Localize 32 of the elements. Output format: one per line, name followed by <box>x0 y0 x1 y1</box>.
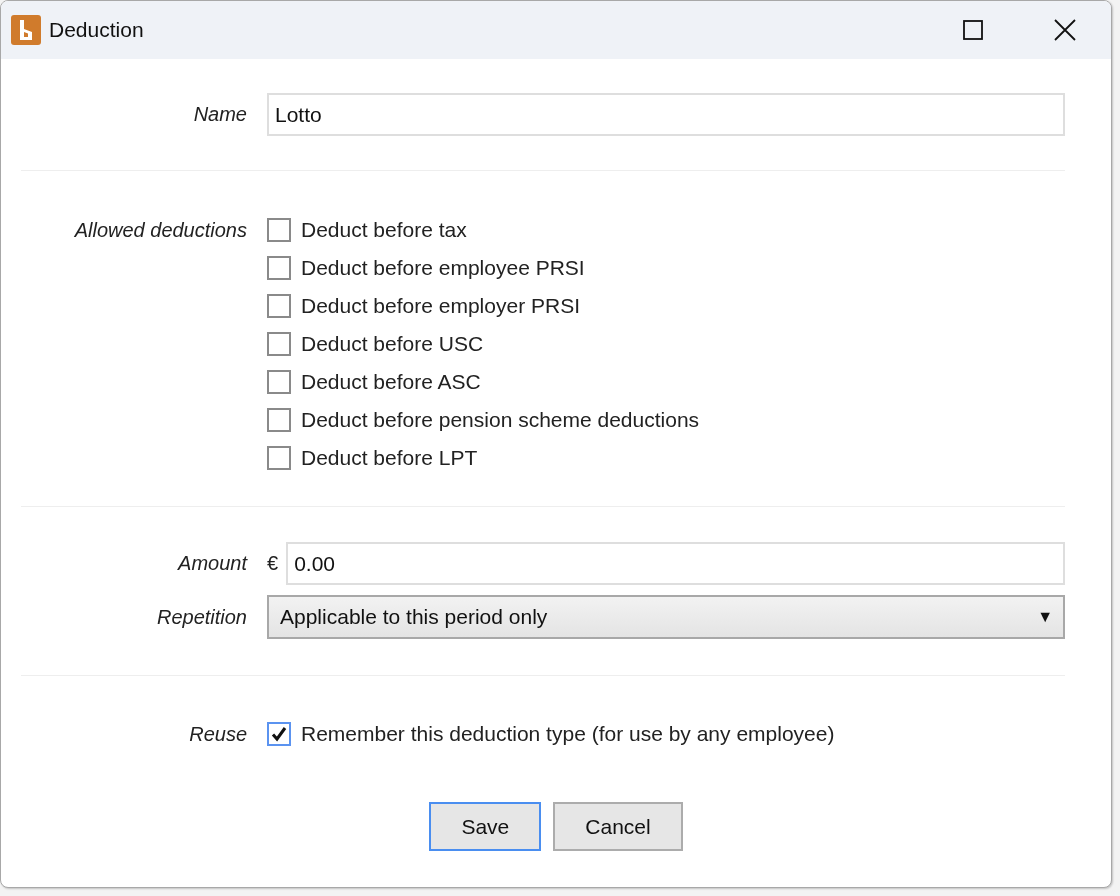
cancel-button[interactable]: Cancel <box>553 802 683 851</box>
checkmark-icon <box>271 726 287 742</box>
checkbox[interactable] <box>267 446 291 470</box>
checkbox-label: Remember this deduction type (for use by any employee) <box>301 722 835 746</box>
field-label: Amount <box>176 552 247 575</box>
checkbox[interactable] <box>267 332 291 356</box>
field-label: Repetition <box>155 605 247 629</box>
checkbox-label: Deduct before pension scheme deductions <box>301 408 700 432</box>
checkbox-label: Deduct before employer PRSI <box>301 294 580 318</box>
checkbox[interactable] <box>267 722 291 746</box>
checkbox[interactable] <box>267 408 291 432</box>
amount-field[interactable]: 0.00 <box>286 542 1065 585</box>
window-title: Deduction <box>49 18 145 42</box>
checkbox-label: Deduct before employee PRSI <box>301 256 585 280</box>
app-logo-icon <box>11 15 41 45</box>
checkbox-label: Deduct before ASC <box>301 370 481 394</box>
checkbox[interactable] <box>267 294 291 318</box>
close-icon <box>1054 19 1076 41</box>
save-button[interactable]: Save <box>429 802 542 851</box>
maximize-icon <box>963 20 983 40</box>
field-label: Allowed deductions <box>73 219 247 242</box>
repetition-dropdown[interactable]: Applicable to this period only ▼ <box>267 595 1065 639</box>
name-field[interactable]: Lotto <box>267 93 1065 136</box>
field-label: Name <box>192 103 247 126</box>
checkbox-label: Deduct before tax <box>301 218 467 242</box>
checkbox-label: Deduct before USC <box>301 332 484 356</box>
checkbox[interactable] <box>267 370 291 394</box>
checkbox[interactable] <box>267 256 291 280</box>
field-label: Reuse <box>188 722 247 746</box>
currency-symbol: € <box>267 552 279 575</box>
checkbox[interactable] <box>267 218 291 242</box>
checkbox-label: Deduct before LPT <box>301 446 478 470</box>
